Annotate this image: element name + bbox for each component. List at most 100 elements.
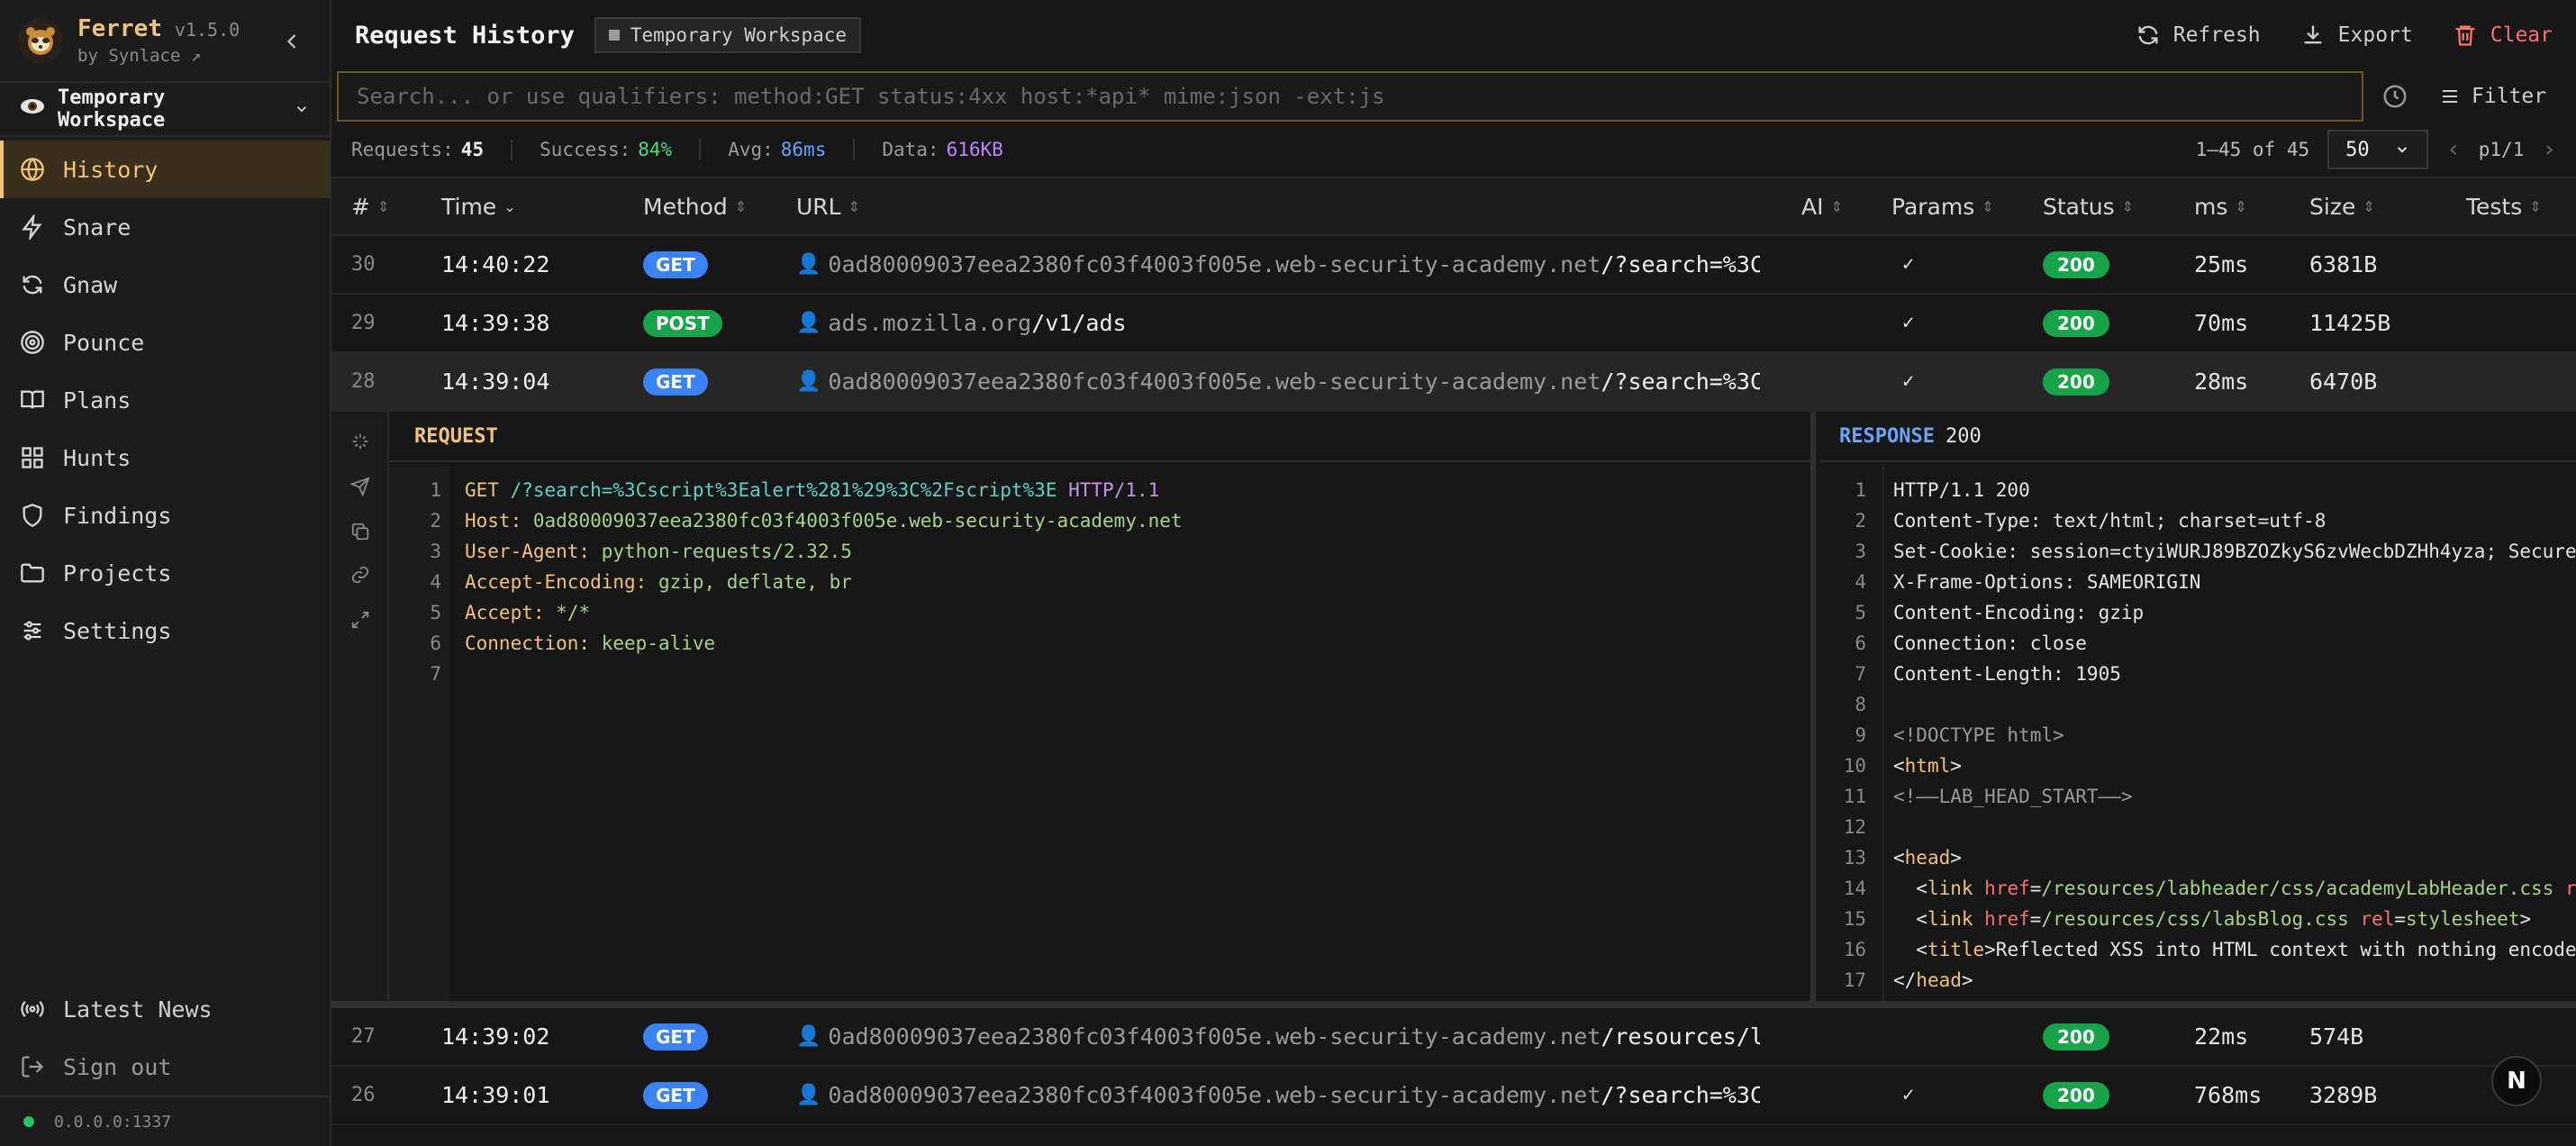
filter-sliders-icon [2443, 90, 2457, 103]
refresh-button[interactable]: Refresh [2136, 23, 2261, 48]
sidebar-item-label: Findings [63, 502, 172, 529]
column-header-params[interactable]: Params ⇕ [1891, 178, 1994, 234]
status-badge: 200 [2043, 309, 2109, 337]
broadcast-icon [21, 1001, 44, 1017]
sidebar-item-label: Pounce [63, 329, 145, 356]
expand-icon[interactable] [350, 610, 370, 630]
latest-news-link[interactable]: Latest News [0, 980, 330, 1038]
sidebar-item-label: Settings [63, 617, 172, 644]
status-badge: 200 [2043, 250, 2109, 278]
stat-requests: Requests: 45 [351, 139, 513, 160]
copy-icon[interactable] [350, 522, 370, 541]
link-icon[interactable] [350, 565, 370, 585]
table-row[interactable]: 30 14:40:22 GET 👤 0ad80009037eea2380fc03f… [331, 236, 2576, 295]
column-header-status[interactable]: Status ⇕ [2043, 178, 2134, 234]
code-line: 10 <html> [1843, 755, 1962, 777]
bolt-icon [22, 214, 42, 240]
code-line: 14 <link href=/resources/labheader/css/a… [1843, 878, 2576, 899]
cell-method: GET [643, 236, 708, 293]
workspace-switcher[interactable]: Temporary Workspace [0, 83, 330, 137]
prev-page-button[interactable]: ‹ [2446, 136, 2461, 163]
request-editor[interactable]: 1 GET /?search=%3Cscript%3Ealert%281%29%3… [389, 464, 1810, 1001]
page-size-select[interactable]: 50 [2327, 130, 2429, 169]
chevron-down-icon [297, 106, 307, 113]
column-header-size[interactable]: Size ⇕ [2309, 178, 2375, 234]
cell-status: 200 [2043, 1067, 2109, 1123]
detail-toolbar [331, 412, 389, 1001]
code-line: 4 Accept-Encoding: gzip, deflate, br [430, 571, 852, 593]
assistant-fab-button[interactable]: N [2491, 1056, 2542, 1106]
app-vendor-link[interactable]: by Synlace ↗ [77, 46, 240, 66]
shield-icon [23, 504, 42, 527]
main-content: Request History Temporary Workspace Refr… [331, 0, 2576, 1146]
column-header-tests[interactable]: Tests ⇕ [2466, 178, 2542, 234]
sidebar-item-findings[interactable]: Findings [0, 487, 330, 544]
table-row[interactable]: 27 14:39:02 GET 👤 0ad80009037eea2380fc03f… [331, 1008, 2576, 1067]
cell-url: 👤 0ad80009037eea2380fc03f4003f005e.web-se… [796, 368, 1760, 395]
cell-url: 👤 0ad80009037eea2380fc03f4003f005e.web-se… [796, 1023, 1760, 1050]
response-status-code: 200 [1945, 424, 1982, 448]
sign-out-button[interactable]: Sign out [0, 1038, 330, 1096]
sidebar-item-hunts[interactable]: Hunts [0, 429, 330, 487]
table-row[interactable]: 29 14:39:38 POST 👤 ads.mozilla.org/v1/ads… [331, 295, 2576, 353]
cell-ms: 28ms [2194, 368, 2249, 395]
collapse-sidebar-button[interactable] [279, 29, 304, 54]
clock-icon[interactable] [2381, 83, 2408, 110]
code-line: 6 Connection: keep-alive [430, 632, 716, 654]
sort-icon: ⇕ [1830, 197, 1843, 215]
search-input[interactable] [337, 71, 2363, 122]
cell-time: 14:39:04 [441, 368, 550, 395]
send-icon[interactable] [350, 477, 370, 496]
cell-url: 👤 0ad80009037eea2380fc03f4003f005e.web-se… [796, 1082, 1760, 1108]
code-line: 1 GET /?search=%3Cscript%3Ealert%281%29%3… [430, 479, 1160, 501]
sort-icon: ⇕ [2235, 197, 2247, 215]
cell-time: 14:39:38 [441, 310, 550, 336]
column-header-ms[interactable]: ms ⇕ [2194, 178, 2247, 234]
next-page-button[interactable]: › [2542, 136, 2556, 163]
column-header-num[interactable]: # ⇕ [351, 178, 389, 234]
user-icon: 👤 [796, 312, 821, 334]
workspace-badge: Temporary Workspace [594, 17, 862, 53]
export-button[interactable]: Export [2300, 23, 2413, 48]
request-pane: REQUEST 1 GET /?search=%3Cscript%3Ealert%… [389, 412, 1816, 1001]
table-row[interactable]: 26 14:39:01 GET 👤 0ad80009037eea2380fc03f… [331, 1067, 2576, 1125]
sidebar-item-label: Gnaw [63, 271, 118, 298]
table-row-selected[interactable]: 28 14:39:04 GET 👤 0ad80009037eea2380fc03f… [331, 353, 2576, 412]
sort-icon: ⇕ [2121, 197, 2135, 215]
response-editor[interactable]: 1 HTTP/1.1 200 2 Content-Type: text/html; c… [1821, 464, 2576, 1001]
sort-icon: ⇕ [2363, 197, 2375, 215]
sidebar-item-projects[interactable]: Projects [0, 544, 330, 602]
server-address-label: 0.0.0.0:1337 [54, 1112, 172, 1132]
sidebar-item-plans[interactable]: Plans [0, 371, 330, 429]
sidebar-footer: Latest News Sign out 0.0.0.0:1337 [0, 980, 330, 1146]
table-row-partial[interactable] [331, 1125, 2576, 1146]
cell-ms: 22ms [2194, 1023, 2249, 1050]
response-pane: RESPONSE 200 1 HTTP/1.1 200 2 Content-Type: … [1821, 412, 2576, 1001]
column-header-ai[interactable]: AI ⇕ [1801, 178, 1843, 234]
sidebar-item-settings[interactable]: Settings [0, 602, 330, 659]
column-header-time[interactable]: Time ⌄ [441, 178, 516, 234]
filter-button[interactable]: Filter [2439, 85, 2546, 108]
sidebar-item-snare[interactable]: Snare [0, 198, 330, 256]
clear-button[interactable]: Clear [2453, 23, 2553, 48]
method-badge: POST [643, 309, 722, 337]
code-line: 17 </head> [1843, 969, 1973, 991]
stat-success: Success: 84% [540, 139, 702, 160]
sidebar: Ferret v1.5.0 by Synlace ↗ Temporary Work… [0, 0, 331, 1146]
sidebar-item-history[interactable]: History [0, 141, 330, 198]
request-pane-title: REQUEST [389, 412, 1810, 462]
cell-url: 👤 ads.mozilla.org/v1/ads [796, 310, 1127, 336]
code-line: 2 Content-Type: text/html; charset=utf-8 [1855, 510, 2327, 532]
cell-params: ✓ [1902, 253, 1915, 276]
sidebar-item-gnaw[interactable]: Gnaw [0, 256, 330, 314]
sparkle-icon[interactable] [350, 432, 370, 451]
search-row: Filter [331, 70, 2576, 123]
column-header-url[interactable]: URL ⇕ [796, 178, 1760, 234]
column-header-method[interactable]: Method ⇕ [643, 178, 747, 234]
sort-icon: ⇕ [734, 197, 748, 215]
code-line: 11 <!——LAB_HEAD_START——> [1843, 786, 2133, 807]
brand: Ferret v1.5.0 by Synlace ↗ [0, 0, 330, 83]
sidebar-item-pounce[interactable]: Pounce [0, 314, 330, 371]
ferret-logo-icon [18, 18, 63, 63]
target-icon [21, 331, 44, 354]
